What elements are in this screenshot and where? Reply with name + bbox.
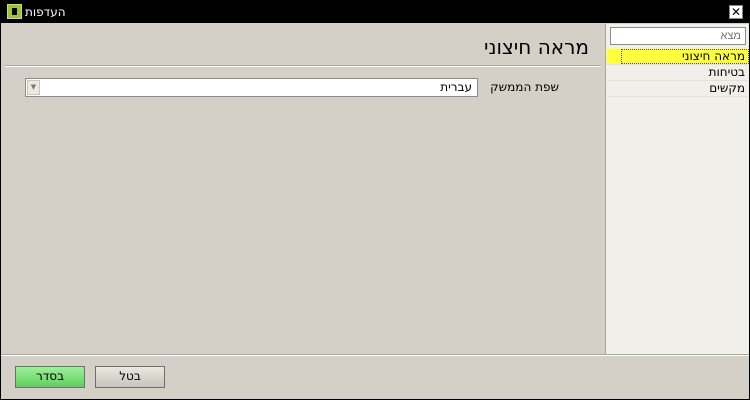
chevron-down-icon[interactable]: ▼: [27, 80, 40, 95]
sidebar-item-label: מקשים: [709, 81, 745, 95]
interface-language-select[interactable]: עברית ▼: [25, 78, 478, 97]
interface-language-label: שפת הממשק: [490, 80, 559, 94]
search-input[interactable]: [610, 27, 746, 45]
sidebar-item-appearance[interactable]: מראה חיצוני: [607, 49, 749, 65]
app-icon: [7, 4, 22, 19]
interface-language-value: עברית: [440, 80, 472, 94]
sidebar-item-security[interactable]: בטיחות: [607, 65, 749, 81]
sidebar-item-label: מראה חיצוני: [682, 49, 745, 63]
sidebar: מראה חיצוני בטיחות מקשים: [605, 24, 749, 354]
sidebar-item-label: בטיחות: [708, 65, 745, 79]
title-bar[interactable]: העדפות ✕: [1, 1, 749, 23]
close-icon[interactable]: ✕: [729, 5, 743, 19]
sidebar-list: מראה חיצוני בטיחות מקשים: [607, 49, 749, 97]
window-title: העדפות: [25, 5, 66, 19]
cancel-button[interactable]: בטל: [95, 366, 165, 388]
title-divider: [5, 65, 601, 67]
sidebar-item-keys[interactable]: מקשים: [607, 81, 749, 97]
page-title: מראה חיצוני: [484, 35, 589, 59]
ok-button[interactable]: בסדר: [15, 366, 85, 388]
preferences-window: העדפות ✕ מראה חיצוני בטיחות מקשים מראה ח…: [0, 0, 750, 400]
footer-divider: [1, 354, 749, 356]
